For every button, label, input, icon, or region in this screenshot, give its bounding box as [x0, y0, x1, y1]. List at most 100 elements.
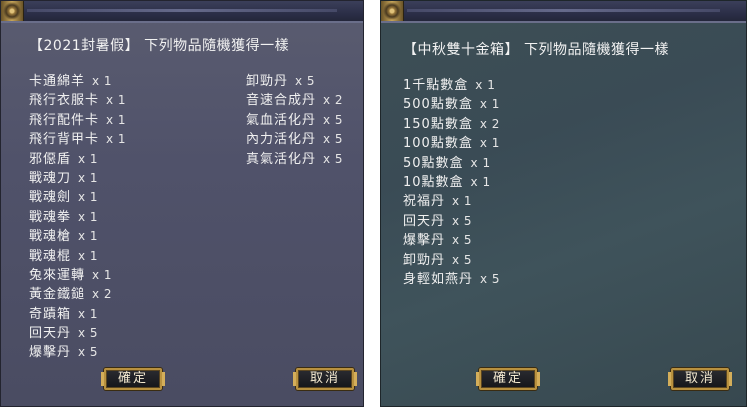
item-quantity: x 5: [78, 345, 99, 360]
list-item: 戰魂刀 x 1: [29, 169, 126, 188]
item-name: 卸勁丹: [403, 252, 446, 268]
item-quantity: x 1: [106, 93, 127, 108]
item-name: 邪僫盾: [29, 151, 72, 167]
item-list-column-2: 卸勁丹 x 5 音速合成丹 x 2 氣血活化丹 x 5 內力活化丹 x 5 真氣活化丹 x 5: [246, 72, 343, 169]
list-item: 戰魂拳 x 1: [29, 208, 126, 227]
item-name: 音速合成丹: [246, 93, 317, 109]
corner-ornament-icon: [381, 1, 404, 21]
item-name: 150點數盒: [403, 116, 473, 132]
item-quantity: x 5: [323, 112, 344, 127]
item-name: 100點數盒: [403, 136, 473, 152]
dialog-title: 【2021封暑假】 下列物品隨機獲得一樣: [29, 38, 290, 54]
list-item: 爆擊丹 x 5: [403, 231, 500, 250]
list-item: 回天丹 x 5: [403, 212, 500, 231]
list-item: 100點數盒 x 1: [403, 134, 500, 153]
item-quantity: x 1: [479, 97, 500, 112]
item-quantity: x 1: [475, 78, 496, 92]
item-name: 回天丹: [29, 326, 72, 342]
list-item: 飛行背甲卡 x 1: [29, 130, 126, 149]
item-quantity: x 1: [452, 194, 473, 209]
screenshot-stage: 【2021封暑假】 下列物品隨機獲得一樣 卡通綿羊 x 1 飛行衣服卡 x 1 飛行配件…: [0, 0, 750, 414]
dialog-title-bar: [381, 1, 746, 23]
list-item: 祝福丹 x 1: [403, 192, 500, 211]
item-quantity: x 1: [92, 74, 113, 88]
list-item: 戰魂棍 x 1: [29, 247, 126, 266]
item-name: 爆擊丹: [29, 345, 72, 361]
item-name: 1千點數盒: [403, 78, 469, 93]
item-list-column-1: 1千點數盒 x 1 500點數盒 x 1 150點數盒 x 2 100點數盒 x 1 50點數盒…: [403, 76, 500, 289]
list-item: 卸勁丹 x 5: [246, 72, 343, 91]
corner-ornament-icon: [1, 1, 24, 21]
list-item: 飛行衣服卡 x 1: [29, 91, 126, 110]
item-quantity: x 1: [78, 248, 99, 263]
item-name: 真氣活化丹: [246, 151, 317, 167]
item-quantity: x 2: [479, 116, 500, 131]
item-name: 飛行配件卡: [29, 112, 100, 128]
list-item: 戰魂劍 x 1: [29, 188, 126, 207]
dialog-title: 【中秋雙十金箱】 下列物品隨機獲得一樣: [403, 42, 669, 58]
list-item: 氣血活化丹 x 5: [246, 111, 343, 130]
item-name: 兔來運轉: [29, 267, 86, 283]
list-item: 10點數盒 x 1: [403, 173, 500, 192]
item-quantity: x 5: [78, 326, 99, 341]
item-name: 身輕如燕丹: [403, 271, 474, 287]
item-quantity: x 5: [452, 213, 473, 228]
item-name: 飛行衣服卡: [29, 93, 100, 109]
item-name: 戰魂棍: [29, 248, 72, 264]
item-name: 飛行背甲卡: [29, 132, 100, 148]
item-quantity: x 1: [78, 170, 99, 185]
list-item: 黃金鐵鎚 x 2: [29, 285, 126, 304]
list-item: 爆擊丹 x 5: [29, 343, 126, 362]
list-item: 內力活化丹 x 5: [246, 130, 343, 149]
item-quantity: x 1: [78, 229, 99, 244]
item-name: 爆擊丹: [403, 233, 446, 249]
item-name: 戰魂拳: [29, 209, 72, 225]
item-quantity: x 1: [78, 209, 99, 224]
item-name: 卸勁丹: [246, 74, 289, 89]
item-name: 回天丹: [403, 213, 446, 229]
list-item: 兔來運轉 x 1: [29, 266, 126, 285]
item-name: 戰魂槍: [29, 229, 72, 245]
item-quantity: x 1: [106, 112, 127, 127]
list-item: 真氣活化丹 x 5: [246, 150, 343, 169]
confirm-button[interactable]: 確定: [101, 368, 165, 390]
list-item: 回天丹 x 5: [29, 324, 126, 343]
list-item: 音速合成丹 x 2: [246, 91, 343, 110]
item-quantity: x 1: [479, 136, 500, 151]
item-name: 卡通綿羊: [29, 74, 86, 89]
item-name: 內力活化丹: [246, 132, 317, 148]
list-item: 卡通綿羊 x 1: [29, 72, 126, 91]
item-name: 氣血活化丹: [246, 112, 317, 128]
list-item: 150點數盒 x 2: [403, 115, 500, 134]
item-quantity: x 1: [78, 151, 99, 166]
item-name: 戰魂刀: [29, 170, 72, 186]
item-quantity: x 1: [470, 174, 491, 189]
item-list-column-1: 卡通綿羊 x 1 飛行衣服卡 x 1 飛行配件卡 x 1 飛行背甲卡 x 1 邪僫盾 x 1 戰魂刀…: [29, 72, 126, 363]
item-quantity: x 5: [480, 271, 501, 286]
item-quantity: x 1: [78, 306, 99, 321]
item-name: 50點數盒: [403, 155, 464, 171]
confirm-button[interactable]: 確定: [476, 368, 540, 390]
item-quantity: x 2: [92, 287, 113, 302]
item-quantity: x 1: [470, 155, 491, 170]
item-quantity: x 5: [323, 132, 344, 147]
cancel-button[interactable]: 取消: [293, 368, 357, 390]
title-bar-divider: [407, 9, 720, 12]
list-item: 奇蹟箱 x 1: [29, 305, 126, 324]
title-bar-divider: [27, 9, 337, 12]
list-item: 戰魂槍 x 1: [29, 227, 126, 246]
item-quantity: x 5: [452, 252, 473, 267]
list-item: 50點數盒 x 1: [403, 154, 500, 173]
list-item: 1千點數盒 x 1: [403, 76, 500, 95]
list-item: 500點數盒 x 1: [403, 95, 500, 114]
list-item: 邪僫盾 x 1: [29, 150, 126, 169]
item-quantity: x 2: [323, 93, 344, 108]
item-quantity: x 1: [106, 132, 127, 147]
list-item: 身輕如燕丹 x 5: [403, 270, 500, 289]
item-name: 10點數盒: [403, 174, 464, 190]
item-quantity: x 1: [92, 267, 113, 282]
item-name: 戰魂劍: [29, 190, 72, 206]
cancel-button[interactable]: 取消: [668, 368, 732, 390]
reward-dialog-mid-autumn: 【中秋雙十金箱】 下列物品隨機獲得一樣 1千點數盒 x 1 500點數盒 x 1 150…: [380, 0, 747, 407]
item-name: 黃金鐵鎚: [29, 287, 86, 303]
